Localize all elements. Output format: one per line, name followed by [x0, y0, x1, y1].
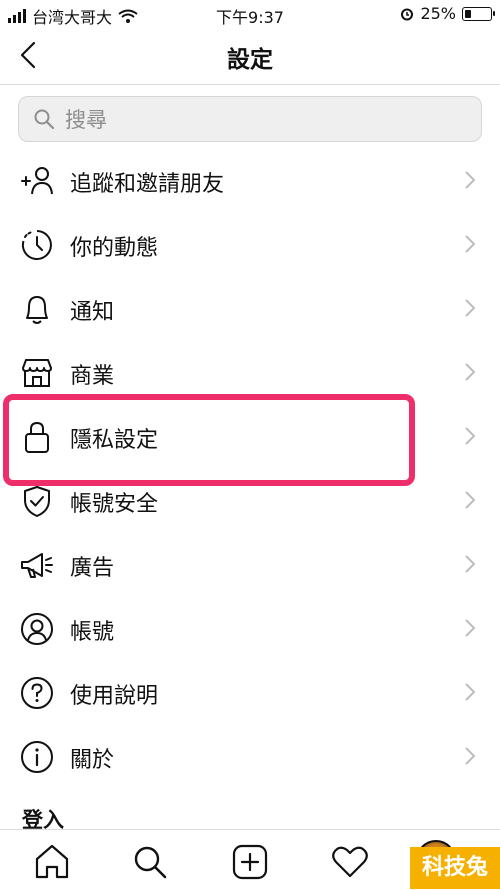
chevron-right-icon	[465, 491, 476, 509]
menu-label: 使用說明	[70, 684, 159, 709]
chevron-right-icon	[465, 747, 476, 765]
page-title: 設定	[227, 47, 273, 73]
menu-item-ads[interactable]: 廣告	[0, 532, 500, 596]
search-icon[interactable]	[130, 842, 170, 882]
menu-item-privacy[interactable]: 隱私設定	[0, 404, 500, 468]
menu-item-follow-invite[interactable]: 追蹤和邀請朋友	[0, 148, 500, 212]
new-post-icon[interactable]	[230, 842, 270, 882]
menu-item-help[interactable]: 使用說明	[0, 660, 500, 724]
activity-clock-icon	[21, 230, 52, 260]
account-circle-icon	[21, 613, 53, 645]
megaphone-icon	[21, 553, 53, 578]
menu-label: 追蹤和邀請朋友	[70, 172, 225, 197]
add-person-icon	[21, 167, 53, 195]
home-icon[interactable]	[32, 842, 72, 882]
chevron-right-icon	[465, 363, 476, 381]
status-bar: 台湾大哥大 下午9:37 25%	[0, 0, 500, 28]
menu-label: 商業	[70, 364, 115, 389]
menu-label: 通知	[70, 300, 115, 325]
nav-bar: 設定	[0, 28, 500, 85]
bell-icon	[26, 296, 48, 324]
search-icon	[34, 109, 55, 130]
alarm-icon	[401, 8, 414, 20]
menu-item-about[interactable]: 關於	[0, 724, 500, 788]
shield-check-icon	[24, 486, 50, 517]
battery-fill	[465, 9, 471, 18]
menu-item-notifications[interactable]: 通知	[0, 276, 500, 340]
menu-label: 關於	[70, 748, 115, 773]
menu-label: 隱私設定	[70, 428, 159, 453]
heart-icon[interactable]	[330, 842, 370, 882]
chevron-right-icon	[465, 619, 476, 637]
menu-label: 帳號安全	[70, 492, 159, 517]
chevron-right-icon	[465, 171, 476, 189]
info-icon	[21, 741, 53, 773]
search-input[interactable]	[63, 105, 467, 135]
menu-label: 你的動態	[70, 236, 159, 261]
chevron-right-icon	[465, 427, 476, 445]
search-bar[interactable]	[18, 96, 482, 142]
chevron-right-icon	[465, 555, 476, 573]
chevron-right-icon	[465, 235, 476, 253]
menu-item-security[interactable]: 帳號安全	[0, 468, 500, 532]
help-icon	[21, 677, 53, 709]
menu-item-business[interactable]: 商業	[0, 340, 500, 404]
menu-item-account[interactable]: 帳號	[0, 596, 500, 660]
menu-label: 帳號	[70, 620, 115, 645]
lock-icon	[25, 421, 49, 453]
battery-icon	[462, 6, 495, 21]
chevron-right-icon	[465, 299, 476, 317]
watermark: 科技兔	[410, 847, 500, 889]
shop-icon	[22, 359, 52, 387]
menu-label: 廣告	[70, 556, 115, 581]
menu-item-your-activity[interactable]: 你的動態	[0, 212, 500, 276]
battery-percent: 25%	[420, 4, 456, 23]
settings-menu: 追蹤和邀請朋友 你的動態 通知 商業 隱私設定 帳號安全 廣告 帳號 使用說明 …	[0, 148, 500, 788]
status-right: 25%	[400, 4, 495, 23]
chevron-right-icon	[465, 683, 476, 701]
